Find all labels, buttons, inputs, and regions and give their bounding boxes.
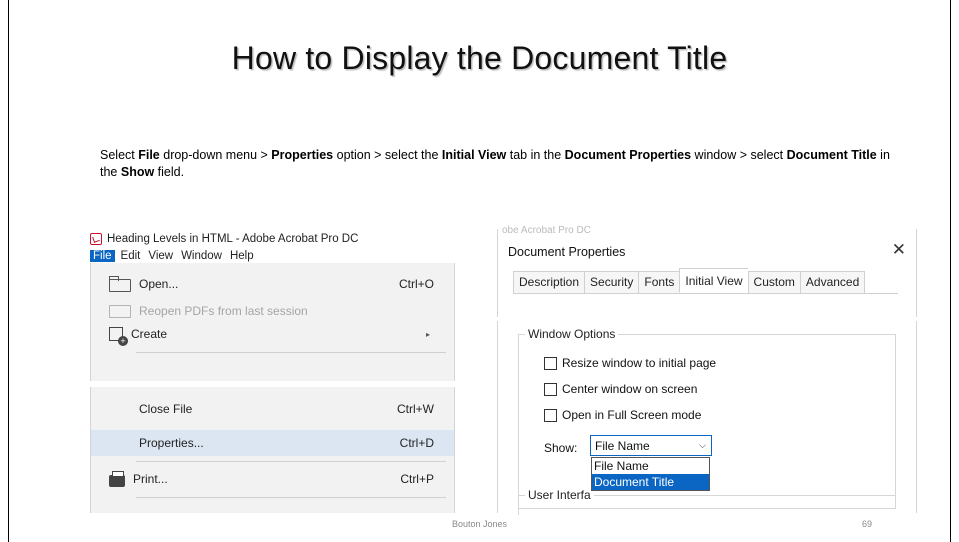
chevron-right-icon: ▸ [425, 329, 430, 339]
printer-icon [109, 470, 125, 487]
menu-item-open-shortcut: Ctrl+O [398, 277, 434, 291]
dialog-title: Document Properties [508, 245, 626, 259]
create-icon [109, 327, 128, 346]
close-file-icon-spacer [109, 400, 131, 418]
reopen-icon [109, 304, 131, 318]
menu-file[interactable]: File [90, 249, 115, 262]
menu-item-properties[interactable]: Properties... Ctrl+D [91, 430, 454, 456]
menu-window[interactable]: Window [181, 250, 222, 262]
menu-item-properties-shortcut: Ctrl+D [399, 436, 434, 450]
footer-author: Bouton Jones [451, 519, 508, 529]
show-field-label: Show: [544, 441, 578, 455]
option-document-title[interactable]: Document Title [592, 474, 709, 490]
close-icon[interactable]: ✕ [892, 240, 906, 260]
dialog-body: Window Options Resize window to initial … [497, 321, 917, 515]
acrobat-title-bar: Heading Levels in HTML - Adobe Acrobat P… [90, 231, 358, 247]
slide-border-left [8, 0, 9, 542]
slide-border-right [950, 0, 951, 542]
acrobat-file-menu-screenshot: Heading Levels in HTML - Adobe Acrobat P… [90, 229, 455, 513]
menu-item-create[interactable]: Create ▸ [91, 321, 454, 347]
instruction-text: Select File drop-down menu > Properties … [100, 148, 890, 179]
file-menu-lower: Close File Ctrl+W Properties... Ctrl+D P… [90, 387, 455, 513]
tab-initial-view[interactable]: Initial View [679, 268, 748, 293]
properties-icon-spacer [109, 434, 131, 452]
full-screen-label: Open in Full Screen mode [562, 408, 702, 422]
resize-window-label: Resize window to initial page [562, 356, 717, 370]
menu-item-open-label: Open... [139, 277, 179, 291]
full-screen-checkbox[interactable]: Open in Full Screen mode [544, 407, 701, 423]
menu-item-print-shortcut: Ctrl+P [400, 472, 434, 486]
menu-item-close-label: Close File [139, 402, 193, 416]
checkbox-box[interactable] [544, 382, 557, 396]
slide-title: How to Display the Document Title [231, 40, 728, 76]
file-menu-upper: Open... Ctrl+O Reopen PDFs from last ses… [90, 263, 455, 381]
dialog-tabs: Description Security Fonts Initial View … [513, 268, 866, 294]
tab-fonts[interactable]: Fonts [638, 271, 680, 294]
document-properties-screenshot: obe Acrobat Pro DC Document Properties ✕… [497, 225, 917, 515]
menu-item-close-shortcut: Ctrl+W [397, 402, 434, 416]
option-file-name[interactable]: File Name [592, 458, 709, 474]
chevron-down-icon[interactable]: ⌵ [694, 436, 711, 455]
menu-item-reopen-label: Reopen PDFs from last session [139, 304, 308, 318]
center-window-label: Center window on screen [562, 382, 698, 396]
menu-item-close-file[interactable]: Close File Ctrl+W [91, 396, 454, 422]
dialog-header: obe Acrobat Pro DC Document Properties ✕… [497, 225, 917, 317]
tab-security[interactable]: Security [584, 271, 639, 294]
folder-icon [109, 275, 131, 292]
center-window-checkbox[interactable]: Center window on screen [544, 381, 697, 397]
menu-item-properties-label: Properties... [139, 436, 204, 450]
pdf-icon [90, 233, 102, 245]
ghost-window-title: obe Acrobat Pro DC [502, 225, 591, 236]
menu-separator [136, 461, 446, 462]
acrobat-window-title: Heading Levels in HTML - Adobe Acrobat P… [107, 233, 359, 245]
resize-window-checkbox[interactable]: Resize window to initial page [544, 355, 716, 371]
menu-separator [136, 352, 446, 353]
menu-edit[interactable]: Edit [121, 250, 141, 262]
menu-view[interactable]: View [148, 250, 173, 262]
tab-advanced[interactable]: Advanced [799, 271, 866, 294]
checkbox-box[interactable] [544, 356, 557, 370]
menu-item-print-label: Print... [133, 472, 168, 486]
tab-description[interactable]: Description [513, 271, 585, 294]
menu-item-create-label: Create [131, 327, 168, 341]
checkbox-box[interactable] [544, 408, 557, 422]
user-interface-legend: User Interfa [525, 488, 594, 502]
page-number: 69 [862, 519, 873, 529]
menu-item-print[interactable]: Print... Ctrl+P [91, 466, 454, 492]
tab-custom[interactable]: Custom [747, 271, 800, 294]
show-dropdown-list: File Name Document Title [591, 457, 710, 491]
show-select-value: File Name [595, 439, 650, 453]
window-options-legend: Window Options [525, 327, 619, 341]
menu-item-open[interactable]: Open... Ctrl+O [91, 271, 454, 297]
menu-help[interactable]: Help [230, 250, 254, 262]
tab-underline [513, 293, 898, 294]
show-select[interactable]: File Name ⌵ [590, 435, 712, 456]
menu-separator [136, 497, 446, 498]
acrobat-menubar: File Edit View Window Help [90, 248, 262, 263]
